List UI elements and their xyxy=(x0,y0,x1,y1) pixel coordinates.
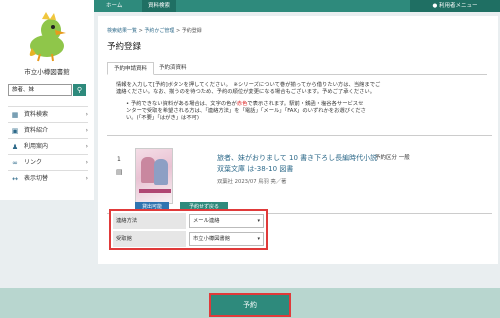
notice-text-a: 予約できない資料がある場合は、文字の色が xyxy=(130,101,237,107)
chevron-down-icon: ▾ xyxy=(257,236,260,242)
notice-bullet: • 予約できない資料がある場合は、文字の色が赤色で表示されます。駅前・銭函・塩谷… xyxy=(126,101,486,123)
book-cover-image xyxy=(135,148,173,204)
sidebar-item-guide[interactable]: ♟ 利用案内 › xyxy=(8,138,88,154)
chevron-right-icon: › xyxy=(85,175,88,182)
notice-text-b: で表示されます。駅前・銭函・塩谷各サービスセ xyxy=(247,101,364,107)
book-title[interactable]: 旅者、妹がおりまして 10 書き下ろし長編時代小説 xyxy=(217,153,377,163)
user-menu-label: 利用者メニュー xyxy=(439,3,478,9)
chevron-down-icon: ▾ xyxy=(257,218,260,224)
sidebar-item-catalog-search[interactable]: ▦ 資料検索 › xyxy=(8,106,88,122)
nav-catalog-search[interactable]: 資料検索 xyxy=(142,0,177,12)
sidebar-item-label: 表示切替 xyxy=(24,175,49,182)
pickup-library-label: 受取館 xyxy=(113,231,186,247)
chevron-right-icon: › xyxy=(85,111,88,118)
tab-bar: 予約申請資料 予約済資料 xyxy=(107,62,487,75)
instructions-line-2: 連絡ください。なお、揃うのを待つため、予約の順位が変更になる場合もございます。予… xyxy=(116,89,376,96)
book-icon: ▤ xyxy=(116,168,123,176)
sidebar-item-links[interactable]: ∞ リンク › xyxy=(8,154,88,170)
book-search-icon: ▦ xyxy=(11,111,19,119)
book-series: 双葉文庫 は-38-10 図書 xyxy=(217,165,294,173)
tab-reserved-items[interactable]: 予約済資料 xyxy=(153,62,193,75)
contact-method-label: 連絡方法 xyxy=(113,213,186,229)
people-icon: ♟ xyxy=(11,143,19,151)
chevron-right-icon: › xyxy=(85,143,88,150)
chevron-right-icon: › xyxy=(85,127,88,134)
breadcrumb-search-results[interactable]: 検索結果一覧 xyxy=(107,28,137,34)
notice-red-word: 赤色 xyxy=(236,101,248,107)
sidebar-item-label: 資料紹介 xyxy=(24,127,49,134)
reservation-form: 連絡方法 メール連絡 ▾ 受取館 市立小樽図書館 ▾ xyxy=(109,209,268,250)
book-index: 1 xyxy=(117,156,121,163)
contact-method-select[interactable]: メール連絡 ▾ xyxy=(189,214,264,228)
nav-home[interactable]: ホーム xyxy=(100,0,128,12)
book-row: 1 ▤ 旅者、妹がおりまして 10 書き下ろし長編時代小説 予約区分 一般 双葉… xyxy=(107,135,492,214)
book-icon: ▣ xyxy=(11,127,19,135)
breadcrumb: 検索結果一覧 > 予約かご管理 > 予約登録 xyxy=(107,27,202,34)
sidebar-item-label: 利用案内 xyxy=(24,143,49,150)
sidebar-item-label: リンク xyxy=(24,159,43,166)
chevron-right-icon: › xyxy=(85,159,88,166)
user-menu-button[interactable]: ● 利用者メニュー xyxy=(410,0,500,12)
contact-method-row: 連絡方法 メール連絡 ▾ xyxy=(113,213,264,229)
pickup-library-row: 受取館 市立小樽図書館 ▾ xyxy=(113,231,264,247)
tab-reservation-request[interactable]: 予約申請資料 xyxy=(107,62,155,75)
book-meta: 双葉社 2023/07 鳥羽 亮／著 xyxy=(217,179,287,185)
sidebar-item-book-intro[interactable]: ▣ 資料紹介 › xyxy=(8,122,88,138)
page-title: 予約登録 xyxy=(107,42,142,52)
link-icon: ∞ xyxy=(12,159,18,167)
instructions-text: 情報を入力して[予約]ボタンを押してください。 ※シリーズについて巻が揃ってから… xyxy=(116,82,486,96)
person-icon: ● xyxy=(432,3,438,9)
breadcrumb-reserve-cart[interactable]: 予約かご管理 xyxy=(144,28,174,34)
contact-method-value: メール連絡 xyxy=(193,218,220,224)
switch-icon: ↔ xyxy=(12,175,18,183)
main-content: 検索結果一覧 > 予約かご管理 > 予約登録 予約登録 予約申請資料 予約済資料… xyxy=(98,16,498,264)
reserve-button[interactable]: 予約 xyxy=(209,293,291,317)
library-logo xyxy=(29,12,66,62)
search-icon: ⚲ xyxy=(76,86,83,94)
top-navigation-bar: ホーム 資料検索 ● 利用者メニュー xyxy=(94,0,500,12)
search-button[interactable]: ⚲ xyxy=(73,84,86,96)
notice-line-3: い。(「不要」「はがき」は不可) xyxy=(126,115,199,122)
sidebar-item-display-toggle[interactable]: ↔ 表示切替 › xyxy=(8,170,88,186)
search-input[interactable]: 旅者、妹 xyxy=(8,84,72,96)
sidebar-item-label: 資料検索 xyxy=(24,111,49,118)
breadcrumb-current: 予約登録 xyxy=(181,28,202,34)
pickup-library-value: 市立小樽図書館 xyxy=(193,236,231,242)
pickup-library-select[interactable]: 市立小樽図書館 ▾ xyxy=(189,232,264,246)
library-name: 市立小樽図書館 xyxy=(24,68,70,76)
sidebar: 市立小樽図書館 旅者、妹 ⚲ ▦ 資料検索 › ▣ 資料紹介 › ♟ 利用案内 … xyxy=(0,0,94,200)
reserve-section: 予約区分 一般 xyxy=(375,155,410,161)
